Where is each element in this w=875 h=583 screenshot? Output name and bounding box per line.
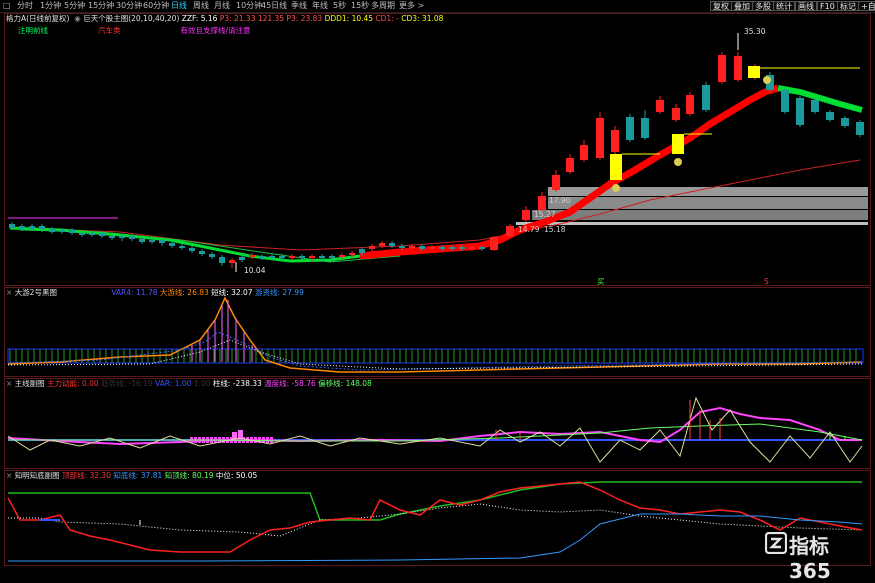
candle-body <box>389 243 395 246</box>
resistance-bar-2 <box>548 197 868 209</box>
candle-body <box>856 122 864 135</box>
candle-body <box>781 90 789 112</box>
candle-body <box>459 247 465 249</box>
candle-body <box>39 226 45 229</box>
brand-logo: 指标365 <box>765 528 870 583</box>
candle-body <box>811 100 819 112</box>
money-bag-icon <box>763 76 771 84</box>
flat-label-a: 17.90 <box>549 196 571 205</box>
candle-body <box>249 255 255 257</box>
candle-body <box>702 85 710 110</box>
candle-body <box>429 247 435 249</box>
candle-body <box>209 254 215 257</box>
candle-body <box>9 224 15 228</box>
candle-body <box>718 55 726 82</box>
high-price-label: 35.30 <box>744 27 766 36</box>
resistance-bar-4 <box>516 222 868 225</box>
candle-body <box>169 243 175 246</box>
candle-body <box>99 233 105 236</box>
candle-body <box>179 246 185 248</box>
candle-body <box>399 246 405 248</box>
candle-body <box>299 256 305 258</box>
flat-label-b: 15.27 <box>534 210 556 219</box>
candle-body <box>686 95 694 114</box>
candle-body <box>656 100 664 112</box>
signal-block-2 <box>672 134 684 154</box>
candle-body <box>359 249 365 253</box>
candle-body <box>734 56 742 80</box>
buy-marker: 买 <box>597 277 605 286</box>
candle-body <box>409 246 415 248</box>
low-price-label: 10.04 <box>244 266 266 275</box>
ribbon-down-right <box>777 85 863 113</box>
candle-body <box>289 256 295 258</box>
candle-body <box>199 251 205 254</box>
candle-body <box>596 118 604 158</box>
candle-body <box>149 240 155 242</box>
candle-body <box>490 237 498 250</box>
candle-body <box>796 98 804 125</box>
candle-body <box>119 236 125 238</box>
candle-body <box>339 255 345 257</box>
flat-label-d: 15.18 <box>544 225 566 234</box>
candle-body <box>369 246 375 249</box>
candle-body <box>189 248 195 251</box>
candle-body <box>626 117 634 140</box>
candle-body <box>219 257 225 263</box>
signal-block-3 <box>748 66 760 78</box>
candle-body <box>641 118 649 138</box>
candle-body <box>319 256 325 258</box>
candle-body <box>109 236 115 238</box>
candle-body <box>89 233 95 235</box>
sell-marker: S <box>764 277 769 286</box>
candle-body <box>419 246 425 249</box>
candle-body <box>309 256 315 258</box>
candle-body <box>269 256 275 258</box>
candle-body <box>69 230 75 233</box>
candle-body <box>841 118 849 126</box>
candle-body <box>379 243 385 246</box>
candle-body <box>349 253 355 255</box>
candle-body <box>479 247 485 249</box>
money-bag-icon <box>612 184 620 192</box>
candle-body <box>552 175 560 190</box>
candle-body <box>580 145 588 160</box>
candle-body <box>139 239 145 242</box>
candle-body <box>79 233 85 235</box>
candle-body <box>611 130 619 152</box>
panel4-green-line <box>8 481 862 521</box>
candle-body <box>279 256 285 258</box>
candle-body <box>566 158 574 172</box>
signal-block-1 <box>610 154 622 180</box>
flat-label-c: 14.79 <box>518 225 540 234</box>
brand-text: 指标365 <box>789 534 831 583</box>
candle-body <box>239 257 245 260</box>
money-bag-icon <box>674 158 682 166</box>
candle-body <box>159 240 165 243</box>
candle-body <box>469 247 475 249</box>
candle-body <box>672 108 680 120</box>
candle-body <box>449 247 455 249</box>
candle-body <box>439 247 445 249</box>
candle-body <box>229 260 235 263</box>
candle-body <box>329 256 335 258</box>
candle-body <box>19 226 25 229</box>
candle-body <box>826 112 834 120</box>
candle-body <box>538 196 546 210</box>
candle-body <box>522 210 530 220</box>
panel4-blue-line <box>8 513 863 562</box>
chart-canvas[interactable] <box>0 0 875 569</box>
panel3-white-line <box>7 396 863 463</box>
candle-body <box>49 229 55 232</box>
candle-body <box>506 226 514 236</box>
brand-z-icon <box>765 532 787 554</box>
candle-body <box>59 230 65 232</box>
candle-body <box>259 256 265 258</box>
panel4-white-dotted-line <box>8 503 863 537</box>
candle-body <box>29 226 35 229</box>
candle-body <box>129 236 135 239</box>
